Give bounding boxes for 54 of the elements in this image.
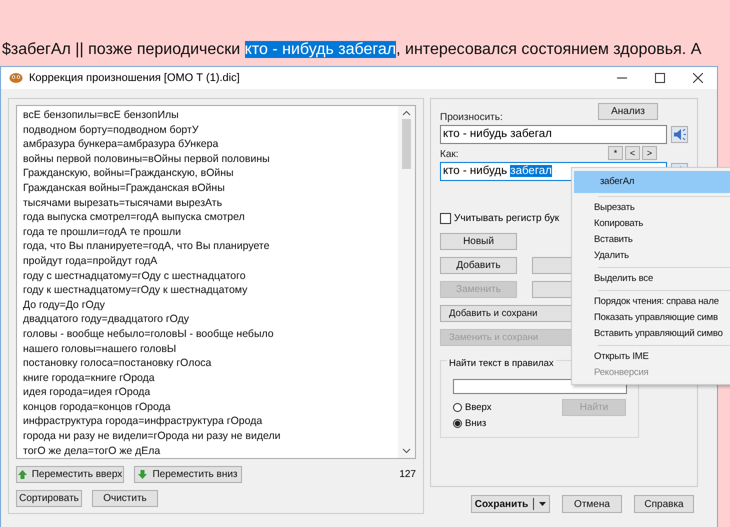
move-up-button[interactable]: Переместить вверх	[16, 466, 124, 483]
window-title: Коррекция произношения [ОМО Т (1).dic]	[29, 72, 240, 84]
list-button[interactable]: Очистить	[92, 490, 158, 507]
rule-item[interactable]: тогО же дела=тогО же дЕла	[23, 444, 392, 458]
menu-item[interactable]: Вырезать	[574, 200, 730, 216]
rule-item[interactable]: пройдут года=пройдут годА	[23, 254, 392, 269]
rule-item[interactable]: головы - вообще небыло=головЫ - вообще небыло	[23, 326, 392, 342]
rule-item[interactable]: года те прошли=годА те прошли	[23, 224, 392, 240]
menu-item[interactable]: Вставить	[574, 232, 730, 248]
rule-item[interactable]: тысячами вырезать=тысячами вырезАть	[23, 196, 392, 210]
rule-item[interactable]: войны первой половины=вОйны первой половины	[23, 152, 392, 166]
radio-label: Вниз	[465, 418, 486, 428]
dialog-button[interactable]: Отмена	[562, 495, 622, 513]
move-down-button[interactable]: Переместить вниз	[134, 466, 242, 483]
rule-item[interactable]: города ни разу не видели=гОрода ни разу не видели	[23, 429, 392, 444]
rule-item[interactable]: всЕ бензопилы=всЕ бензопИлы	[23, 108, 392, 123]
rule-item[interactable]: года, что Вы планируете=годА, что Вы планируете	[23, 239, 392, 254]
document-text: $забегАл || позже периодически кто - нибудь забегал, интересовался состоянием здоровья. А	[1, 40, 702, 59]
checkbox-label: Учитывать регистр бук	[454, 213, 560, 224]
rule-item[interactable]: Гражданская войны=Гражданская вОйны	[23, 180, 392, 196]
nav-button[interactable]: *	[608, 146, 623, 160]
save-button[interactable]: Сохранить	[471, 495, 550, 513]
rule-item[interactable]: идея города=идея гОрода	[23, 385, 392, 400]
menu-item[interactable]: Копировать	[574, 216, 730, 232]
radio-label: Вверх	[465, 402, 492, 412]
rule-item[interactable]: году с шестнадцатому=гОду с шестнадцатого	[23, 268, 392, 284]
menu-item[interactable]: Открыть IME	[574, 349, 730, 365]
rule-item[interactable]: До году=До гОду	[23, 298, 392, 312]
rule-item[interactable]: инфраструктура города=инфраструктура гОрода	[23, 414, 392, 430]
action-button[interactable]: Новый	[440, 233, 517, 250]
menu-item[interactable]: Удалить	[574, 248, 730, 264]
nav-button[interactable]: <	[625, 146, 640, 160]
menu-item[interactable]: забегАл	[574, 171, 730, 193]
rule-item[interactable]: нашего головы=нашего головЫ	[23, 342, 392, 356]
analyze-button[interactable]: Анализ	[598, 103, 658, 120]
field-label: Как:	[440, 149, 459, 160]
list-button[interactable]: Сортировать	[16, 490, 82, 507]
rule-item[interactable]: постановку голоса=постановку гОлоса	[23, 356, 392, 371]
rule-item[interactable]: года выпуска смотрел=годА выпуска смотрел	[23, 210, 392, 225]
nav-button[interactable]: >	[642, 146, 657, 160]
rule-item[interactable]: амбразура бункера=амбразура бУнкера	[23, 137, 392, 152]
rule-item[interactable]: подводном борту=подводном бортУ	[23, 122, 392, 138]
rule-item[interactable]: двадцатого году=двадцатого гОду	[23, 312, 392, 327]
action-button[interactable]: Добавить	[440, 257, 517, 274]
pronounce-field[interactable]: кто - нибудь забегал	[440, 125, 668, 144]
rule-item[interactable]: книге города=книге гОрода	[23, 370, 392, 386]
group-title: Найти текст в правилах	[447, 358, 556, 369]
dialog-button[interactable]: Справка	[634, 495, 694, 513]
rule-item[interactable]: Гражданскую, войны=Гражданскую, вОйны	[23, 166, 392, 181]
rule-count: 127	[399, 469, 416, 480]
field-label: Произносить:	[440, 112, 504, 123]
rule-item[interactable]: концов города=концов гОрода	[23, 400, 392, 414]
menu-item[interactable]: Выделить все	[574, 271, 730, 287]
rule-item[interactable]: году к шестнадцатому=гОду к шестнадцатому	[23, 283, 392, 298]
